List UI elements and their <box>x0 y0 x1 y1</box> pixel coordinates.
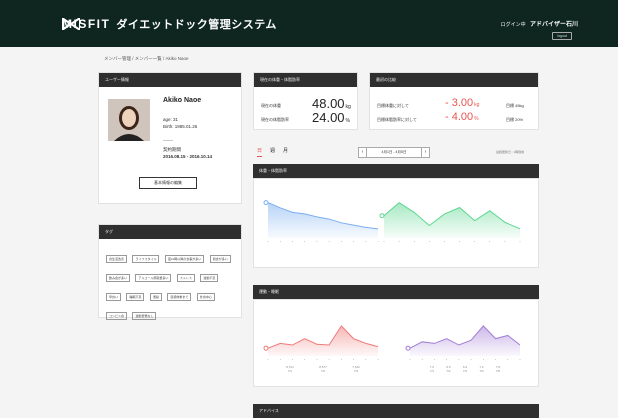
chart-area-1 <box>384 202 520 238</box>
chart-start-marker-1[interactable] <box>379 213 385 219</box>
data-sublabel: 7/2 <box>446 369 451 373</box>
data-sublabel: 7/2 <box>321 369 326 373</box>
chart-area-0 <box>268 202 378 238</box>
chart-area-2 <box>268 325 378 356</box>
chart-start-marker-2[interactable] <box>263 345 269 351</box>
data-sublabel: 7/3 <box>463 369 468 373</box>
data-sublabel: 7/4 <box>479 369 484 373</box>
charts-layer: 8,7217/18,5777/27,5127/37.57/16.57/26.97… <box>263 200 521 373</box>
chart-start-marker-3[interactable] <box>405 345 411 351</box>
data-sublabel: 7/1 <box>288 369 293 373</box>
data-sublabel: 7/5 <box>496 369 501 373</box>
chart-start-marker-0[interactable] <box>263 200 269 206</box>
chart-area-3 <box>410 325 520 356</box>
data-sublabel: 7/1 <box>430 369 435 373</box>
data-sublabel: 7/3 <box>354 369 359 373</box>
